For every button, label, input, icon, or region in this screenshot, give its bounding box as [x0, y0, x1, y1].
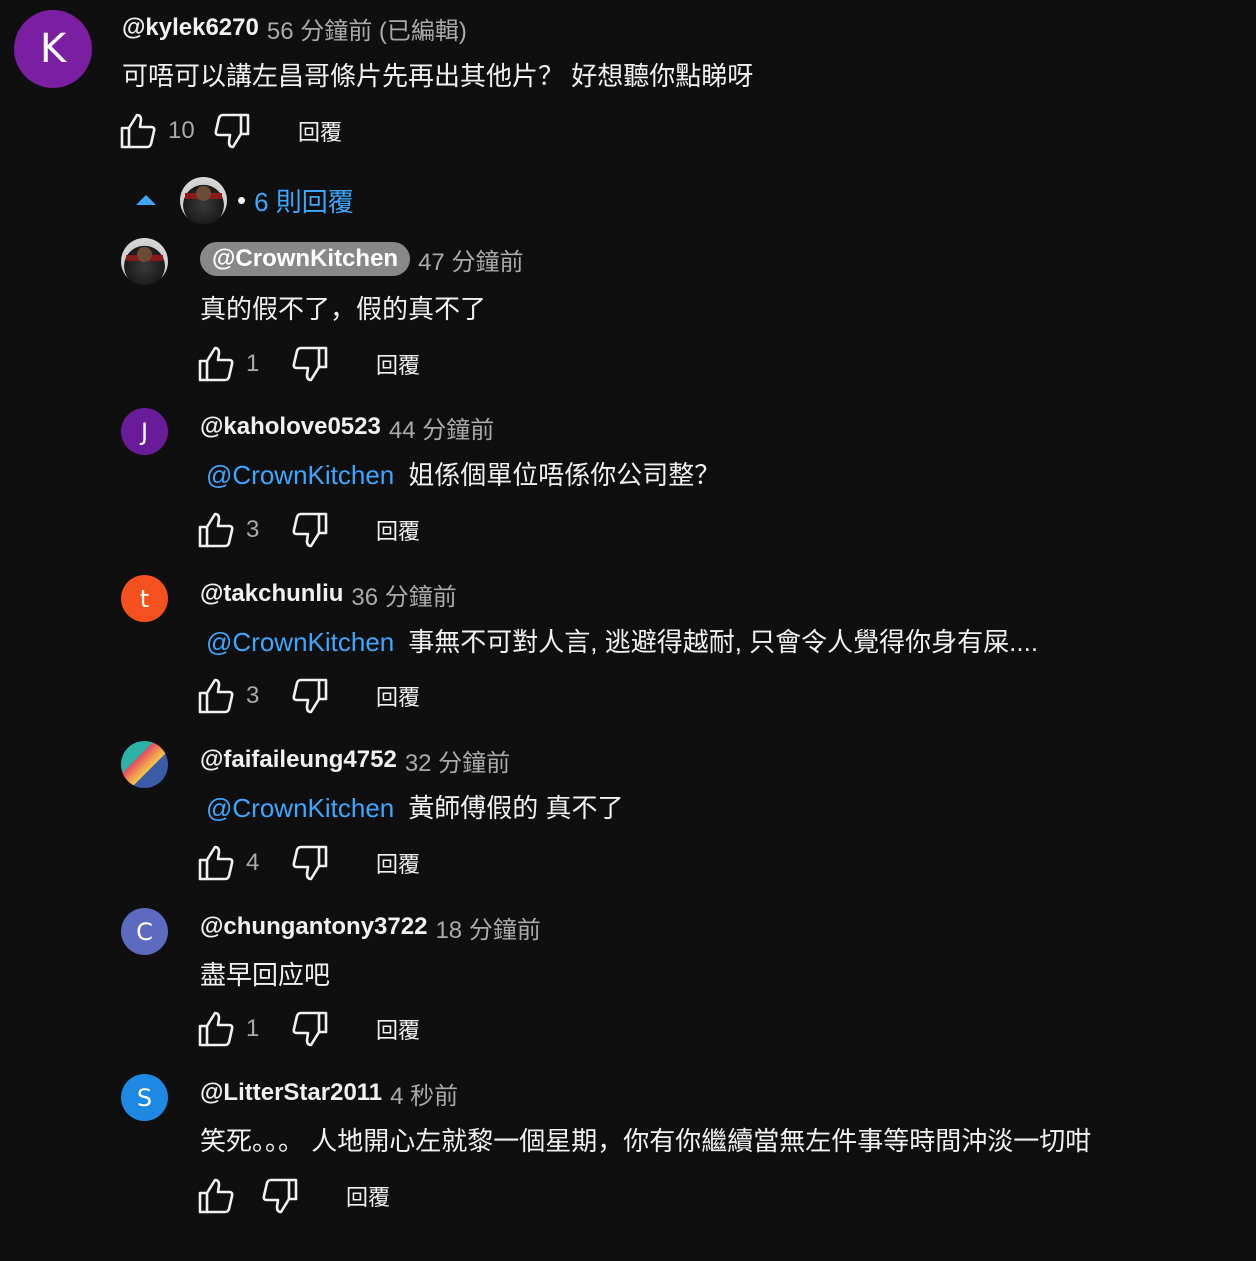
avatar[interactable]: J: [121, 408, 168, 455]
reply-timestamp[interactable]: 44 分鐘前: [389, 410, 494, 445]
avatar-letter: t: [139, 584, 150, 613]
mention-link[interactable]: @CrownKitchen: [206, 460, 394, 490]
reply-actions: 1 回覆: [196, 344, 420, 384]
reply-body: 黃師傅假的 真不了: [408, 793, 624, 823]
reply-author[interactable]: @faifaileung4752: [200, 746, 397, 774]
reply-text: @CrownKitchen 姐係個單位唔係你公司整？: [206, 455, 720, 492]
reply-button[interactable]: 回覆: [346, 1180, 390, 1212]
caret-up-icon: [136, 195, 156, 205]
replies-toggle[interactable]: • 6 則回覆: [132, 172, 354, 228]
reply-author[interactable]: @kaholove0523: [200, 413, 381, 441]
reply-text: @CrownKitchen 事無不可對人言, 逃避得越耐, 只會令人覺得你身有屎.…: [206, 622, 1038, 659]
comment-author[interactable]: @kylek6270: [122, 14, 259, 42]
thumbs-down-icon[interactable]: [290, 676, 330, 716]
reply-button[interactable]: 回覆: [376, 1013, 420, 1045]
reply-button[interactable]: 回覆: [376, 847, 420, 879]
reply-header: @takchunliu 36 分鐘前: [200, 577, 457, 611]
reply-timestamp[interactable]: 36 分鐘前: [351, 577, 456, 612]
thumbs-down-icon[interactable]: [290, 344, 330, 384]
like-count: 4: [246, 849, 260, 876]
reply-button[interactable]: 回覆: [376, 514, 420, 546]
reply-button[interactable]: 回覆: [376, 348, 420, 380]
reply-button[interactable]: 回覆: [376, 680, 420, 712]
avatar[interactable]: K: [14, 10, 92, 88]
reply-text: @CrownKitchen 黃師傅假的 真不了: [206, 788, 623, 825]
reply-header: @chungantony3722 18 分鐘前: [200, 910, 541, 944]
reply-body: 笑死。。。 人地開心左就黎一個星期，你有你繼續當無左件事等時間沖淡一切咁: [200, 1126, 1092, 1156]
avatar-letter: K: [39, 26, 67, 72]
reply-timestamp[interactable]: 4 秒前: [390, 1076, 458, 1111]
reply-author[interactable]: @LitterStar2011: [200, 1079, 382, 1107]
like-count: 3: [246, 682, 260, 709]
thumbs-down-icon[interactable]: [260, 1176, 300, 1216]
thumbs-up-icon[interactable]: [196, 344, 236, 384]
thumbs-down-icon[interactable]: [290, 843, 330, 883]
reply-actions: 3 回覆: [196, 676, 420, 716]
thumbs-up-icon[interactable]: [118, 111, 158, 151]
reply-timestamp[interactable]: 18 分鐘前: [435, 910, 540, 945]
comment-timestamp[interactable]: 56 分鐘前 (已編輯): [267, 11, 467, 46]
thumbs-up-icon[interactable]: [196, 510, 236, 550]
thumbs-down-icon[interactable]: [290, 510, 330, 550]
like-count: 1: [246, 350, 260, 377]
comment-body: 可唔可以講左昌哥條片先再出其他片？ 好想聽你點睇呀: [122, 61, 754, 91]
thumbs-up-icon[interactable]: [196, 843, 236, 883]
reply-body: 姐係個單位唔係你公司整？: [408, 460, 721, 490]
like-count: 10: [168, 117, 195, 144]
reply-header: @kaholove0523 44 分鐘前: [200, 410, 494, 444]
reply-actions: 1 回覆: [196, 1009, 420, 1049]
avatar-letter: C: [136, 917, 153, 946]
reply-text: 笑死。。。 人地開心左就黎一個星期，你有你繼續當無左件事等時間沖淡一切咁: [200, 1121, 1091, 1158]
mention-link[interactable]: @CrownKitchen: [206, 627, 394, 657]
thumbs-up-icon[interactable]: [196, 676, 236, 716]
reply-button[interactable]: 回覆: [298, 115, 342, 147]
reply-text: 真的假不了，假的真不了: [200, 289, 486, 326]
reply-header: @CrownKitchen 47 分鐘前: [200, 240, 523, 278]
reply-text: 盡早回应吧: [200, 955, 330, 992]
comment-text: 可唔可以講左昌哥條片先再出其他片？ 好想聽你點睇呀: [122, 56, 753, 93]
reply-header: @faifaileung4752 32 分鐘前: [200, 743, 510, 777]
comment-thread: K @kylek6270 56 分鐘前 (已編輯) 可唔可以講左昌哥條片先再出其…: [0, 0, 1256, 1261]
avatar[interactable]: [121, 741, 168, 788]
reply-author[interactable]: @takchunliu: [200, 580, 343, 608]
avatar-letter: S: [136, 1083, 153, 1112]
reply-actions: 3 回覆: [196, 510, 420, 550]
reply-author[interactable]: @chungantony3722: [200, 913, 427, 941]
thumbs-down-icon[interactable]: [290, 1009, 330, 1049]
comment-actions: 10 回覆: [118, 111, 342, 151]
reply-header: @LitterStar2011 4 秒前: [200, 1076, 458, 1110]
reply-timestamp[interactable]: 32 分鐘前: [405, 743, 510, 778]
creator-avatar: [180, 176, 227, 224]
replies-count[interactable]: 6 則回覆: [254, 182, 354, 219]
like-count: 1: [246, 1015, 260, 1042]
avatar-letter: J: [140, 417, 149, 446]
creator-handle-chip[interactable]: @CrownKitchen: [200, 242, 411, 276]
avatar[interactable]: t: [121, 575, 168, 622]
reply-body: 事無不可對人言, 逃避得越耐, 只會令人覺得你身有屎....: [408, 627, 1039, 657]
avatar[interactable]: S: [121, 1074, 168, 1121]
mention-link[interactable]: @CrownKitchen: [206, 793, 394, 823]
reply-body: 盡早回应吧: [200, 960, 331, 990]
separator-dot: •: [237, 184, 247, 215]
like-count: 3: [246, 516, 260, 543]
reply-timestamp[interactable]: 47 分鐘前: [418, 242, 523, 277]
avatar[interactable]: C: [121, 908, 168, 955]
thumbs-down-icon[interactable]: [212, 111, 252, 151]
thumbs-up-icon[interactable]: [196, 1009, 236, 1049]
avatar[interactable]: [121, 238, 168, 285]
reply-actions: 回覆: [196, 1176, 390, 1216]
reply-actions: 4 回覆: [196, 843, 420, 883]
reply-body: 真的假不了，假的真不了: [200, 294, 487, 324]
thumbs-up-icon[interactable]: [196, 1176, 236, 1216]
comment-header: @kylek6270 56 分鐘前 (已編輯): [122, 11, 467, 46]
